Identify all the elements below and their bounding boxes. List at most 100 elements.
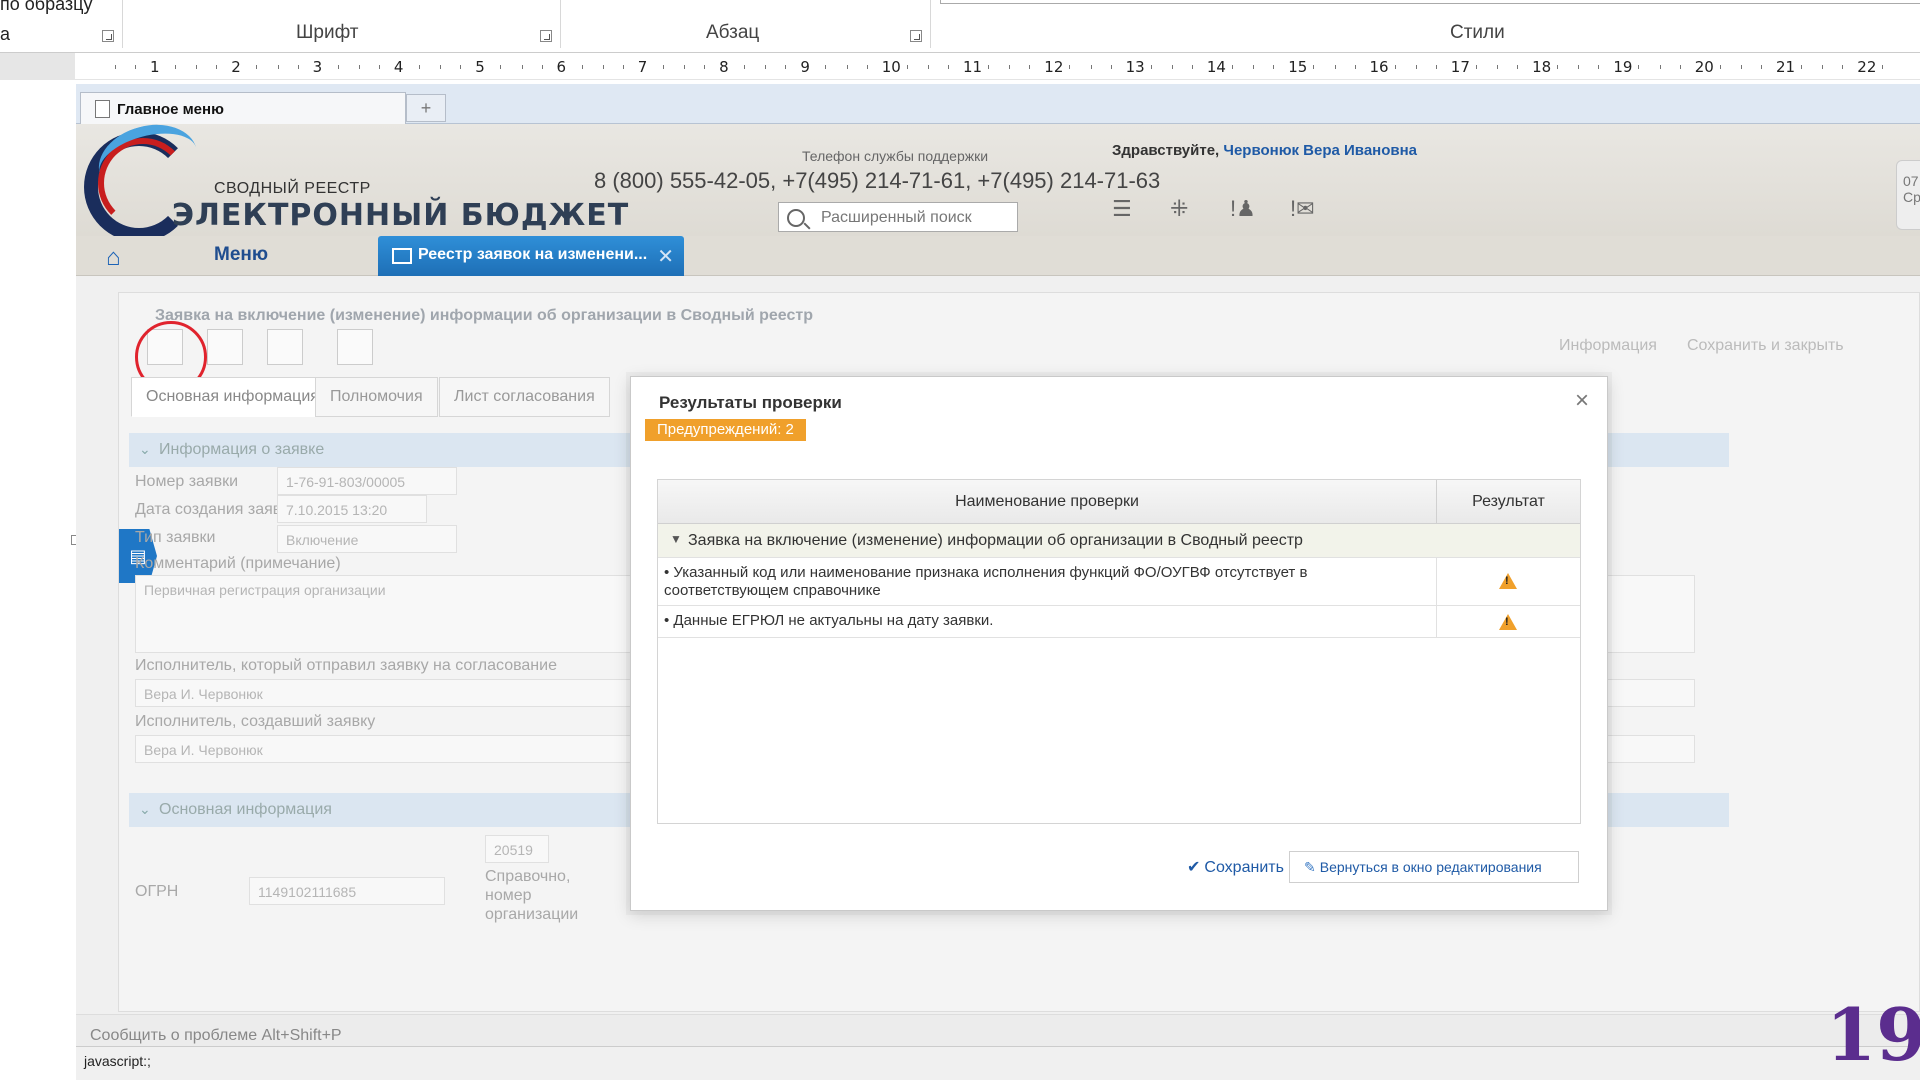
ruler-margin (0, 53, 75, 81)
expand-triangle-icon[interactable]: ▼ (670, 532, 682, 546)
ruler-tick (622, 65, 624, 69)
support-label: Телефон службы поддержки (802, 148, 989, 164)
ruler-tick (1009, 65, 1011, 69)
save-button[interactable]: ✔ Сохранить (1187, 857, 1284, 877)
ruler-tick (662, 65, 664, 69)
chevron-down-icon: ⌄ (139, 441, 151, 457)
dialog-title: Результаты проверки (659, 393, 842, 412)
list-icon[interactable]: ☰ (1112, 196, 1132, 222)
clipboard-launcher-icon[interactable] (102, 30, 114, 42)
browser-tab-title: Главное меню (117, 101, 224, 118)
tab-approval-sheet[interactable]: Лист согласования (439, 377, 610, 417)
ruler-number: 16 (1369, 58, 1389, 76)
ruler-number: 7 (637, 58, 648, 76)
tab-main-info[interactable]: Основная информация (131, 377, 334, 417)
info-link[interactable]: Информация (1559, 337, 1657, 355)
ruler-tick (1435, 65, 1437, 69)
user-name-link[interactable]: Червонюк Вера Ивановна (1223, 142, 1417, 159)
attachments-button[interactable] (337, 329, 373, 365)
ribbon-group-font: Шрифт (296, 22, 359, 43)
mail-alert-icon[interactable]: !✉ (1290, 196, 1315, 222)
ruler-tick (1231, 65, 1233, 69)
label-ref-number: Справочно, номер организации (485, 868, 579, 923)
ruler-tick (1598, 65, 1600, 69)
ruler-tick (1659, 65, 1661, 69)
ruler-tick (277, 65, 279, 69)
field-created-date[interactable]: 7.10.2015 13:20 (277, 495, 427, 523)
field-ref-number[interactable]: 20519 (485, 835, 549, 863)
table-row[interactable]: • Указанный код или наименование признак… (658, 558, 1580, 606)
ruler-tick (785, 65, 787, 69)
ruler-tick (521, 65, 523, 69)
field-request-type[interactable]: Включение (277, 525, 457, 553)
form-title: Заявка на включение (изменение) информац… (155, 307, 813, 324)
menu-link[interactable]: Меню (214, 244, 268, 266)
ribbon-separator (122, 0, 123, 48)
label-request-number: Номер заявки (135, 473, 239, 490)
user-greeting: Здравствуйте, Червонюк Вера Ивановна (1112, 142, 1417, 159)
label-created-by: Исполнитель, создавший заявку (135, 713, 376, 730)
ruler-tick (948, 65, 949, 69)
ruler-tick (1882, 65, 1884, 69)
ruler-tick (1090, 65, 1092, 69)
ruler-tick (460, 65, 462, 69)
ruler-number: 22 (1857, 58, 1877, 76)
warnings-badge: Предупреждений: 2 (645, 419, 806, 441)
ruler-number: 4 (393, 58, 404, 76)
print-button[interactable] (267, 329, 303, 365)
ruler-tick (135, 65, 136, 69)
ribbon-group-styles: Стили (1450, 22, 1505, 43)
styles-gallery[interactable] (940, 0, 1920, 4)
browser-tab-main-menu[interactable]: Главное меню (80, 92, 406, 124)
column-result[interactable]: Результат (1436, 480, 1580, 524)
font-launcher-icon[interactable] (540, 30, 552, 42)
slide-page-number: 19 (1826, 992, 1920, 1077)
horizontal-ruler[interactable]: 1 2 3 4 5 6 7 8 9 10 11 12 13 14 15 16 17 18 19 20 21 22 (0, 52, 1920, 81)
structure-icon[interactable]: ⁜ (1170, 196, 1188, 222)
group-row[interactable]: ▼ Заявка на включение (изменение) информ… (658, 524, 1580, 558)
close-tab-icon[interactable]: ✕ (657, 244, 674, 269)
paragraph-launcher-icon[interactable] (910, 30, 922, 42)
ruler-tick (744, 65, 746, 69)
field-request-number[interactable]: 1-76-91-803/00005 (277, 467, 457, 495)
ruler-number: 21 (1776, 58, 1796, 76)
table-header: Наименование проверки Результат (658, 480, 1580, 524)
export-excel-button[interactable] (207, 329, 243, 365)
ruler-tick (1171, 65, 1173, 69)
ruler-number: 8 (719, 58, 729, 76)
warning-icon (1499, 573, 1517, 589)
label-created-date: Дата создания заявки (135, 501, 298, 518)
field-ogrn[interactable]: 1149102111685 (249, 877, 445, 905)
ruler-tick (1741, 65, 1742, 69)
return-label: Вернуться в окно редактирования (1319, 859, 1542, 875)
ruler-tick (216, 65, 218, 69)
user-alert-icon[interactable]: !♟ (1230, 196, 1256, 222)
column-check-name[interactable]: Наименование проверки (658, 493, 1436, 511)
advanced-search-input[interactable]: Расширенный поиск (778, 202, 1018, 232)
ruler-tick (1334, 65, 1336, 69)
ruler-tick (1029, 65, 1031, 69)
close-icon[interactable]: × (1575, 387, 1589, 415)
return-to-edit-button[interactable]: ✎ Вернуться в окно редактирования (1289, 851, 1579, 883)
save-and-close-link[interactable]: Сохранить и закрыть (1687, 337, 1844, 355)
section-title: Информация о заявке (159, 441, 325, 458)
ruler-tick (256, 65, 258, 69)
tab-register-requests[interactable]: Реестр заявок на изменени... ✕ (378, 236, 684, 276)
ruler-tick (1761, 65, 1762, 69)
tab-authority[interactable]: Полномочия (315, 377, 438, 417)
greeting-prefix: Здравствуйте, (1112, 142, 1220, 159)
ruler-tick (704, 65, 706, 69)
new-tab-button[interactable]: + (406, 94, 446, 122)
ruler-tick (988, 65, 989, 69)
ruler-number: 20 (1694, 58, 1714, 76)
label-sent-by: Исполнитель, который отправил заявку на … (135, 657, 557, 674)
table-row[interactable]: • Данные ЕГРЮЛ не актуальны на дату заяв… (658, 606, 1580, 638)
ribbon-format-painter-label[interactable]: по образцу (0, 0, 92, 15)
ribbon-clipboard-label: а (0, 24, 11, 44)
home-icon[interactable]: ⌂ (106, 244, 121, 272)
ruler-tick (1191, 65, 1193, 69)
ruler-number: 13 (1125, 58, 1145, 76)
ruler-tick (1313, 65, 1315, 69)
date-widget: 07 Ср (1896, 160, 1920, 230)
document-left-margin (0, 80, 76, 1080)
